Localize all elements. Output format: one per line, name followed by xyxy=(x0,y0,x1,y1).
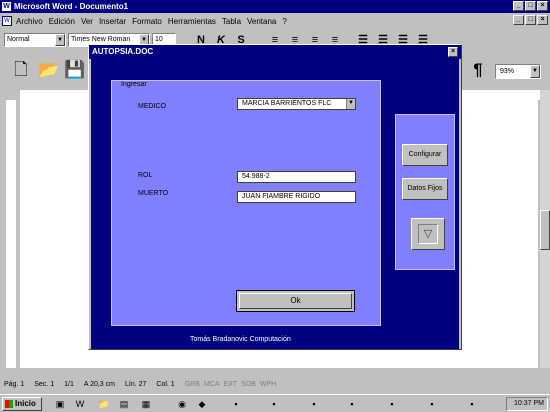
maximize-button[interactable]: □ xyxy=(525,1,536,11)
menu-herramientas[interactable]: Herramientas xyxy=(168,17,216,26)
doc-minimize-button[interactable]: _ xyxy=(513,15,524,25)
menu-tabla[interactable]: Tabla xyxy=(222,17,241,26)
status-mode-wph[interactable]: WPH xyxy=(260,381,276,388)
doc-restore-button[interactable]: □ xyxy=(525,15,536,25)
tray-icon-7[interactable]: ▪ xyxy=(386,398,398,410)
configurar-button[interactable]: Configurar xyxy=(402,144,448,166)
status-position: A 20,3 cm xyxy=(83,380,115,388)
medico-select[interactable]: MARCIA BARRIENTOS FLC ▼ xyxy=(237,98,356,110)
word-app-icon[interactable]: W xyxy=(2,2,11,11)
ingresar-group-label: Ingresar xyxy=(121,81,147,88)
vertical-ruler xyxy=(6,100,16,368)
rol-field[interactable]: 54.988-2 xyxy=(237,171,356,183)
start-button[interactable]: Inicio xyxy=(2,397,42,411)
menu-ver[interactable]: Ver xyxy=(81,17,93,26)
close-button[interactable]: × xyxy=(537,1,548,11)
scrollbar-thumb[interactable] xyxy=(540,210,550,250)
rol-value: 54.988-2 xyxy=(242,173,270,180)
open-folder-icon[interactable]: 📂 xyxy=(36,58,62,82)
show-formatting-icon[interactable]: ¶ xyxy=(465,58,491,82)
menu-insertar[interactable]: Insertar xyxy=(99,17,126,26)
start-label: Inicio xyxy=(15,399,36,408)
explorer-task-icon[interactable]: ▤ xyxy=(118,398,130,410)
taskbar: Inicio ▣ W 📁 ▤ ▦ ◉ ◆ ▪ ▪ ▪ ▪ ▪ ▪ ▪ 10:37… xyxy=(0,394,550,412)
menu-help[interactable]: ? xyxy=(282,17,286,26)
chevron-down-icon[interactable]: ▼ xyxy=(530,65,540,78)
status-page-of: 1/1 xyxy=(64,380,74,388)
tray-icon-3[interactable]: ▪ xyxy=(230,398,242,410)
status-col: Col. 1 xyxy=(156,380,175,388)
doc-close-button[interactable]: × xyxy=(537,15,548,25)
tray-icon-4[interactable]: ▪ xyxy=(268,398,280,410)
tray-icon-8[interactable]: ▪ xyxy=(426,398,438,410)
menu-archivo[interactable]: Archivo xyxy=(16,17,43,26)
muerto-field[interactable]: JUAN FIAMBRE RIGIDO xyxy=(237,191,356,203)
tray-icon-9[interactable]: ▪ xyxy=(466,398,478,410)
ok-button-label: Ok xyxy=(239,293,352,309)
status-mode-mca[interactable]: MCA xyxy=(204,381,220,388)
filter-icon: ▽ xyxy=(418,224,438,244)
save-disk-icon[interactable]: 💾 xyxy=(62,58,88,82)
word-task-icon[interactable]: W xyxy=(74,398,86,410)
filter-button[interactable]: ▽ xyxy=(411,218,445,250)
menu-ventana[interactable]: Ventana xyxy=(247,17,276,26)
medico-value: MARCIA BARRIENTOS FLC xyxy=(242,100,332,107)
status-line: Lín. 27 xyxy=(124,380,147,388)
medico-label: MEDICO xyxy=(138,103,166,110)
muerto-label: MUERTO xyxy=(138,190,169,197)
style-value: Normal xyxy=(7,36,30,43)
chevron-down-icon[interactable]: ▼ xyxy=(55,34,65,46)
menu-edicion[interactable]: Edición xyxy=(49,17,75,26)
menu-bar: W Archivo Edición Ver Insertar Formato H… xyxy=(0,13,550,29)
font-value: Times New Roman xyxy=(71,36,131,43)
credit-text: Tomás Bradanovic Computación xyxy=(190,336,291,343)
desktop-icon[interactable]: ▣ xyxy=(54,398,66,410)
chevron-down-icon[interactable]: ▼ xyxy=(346,99,355,109)
status-mode-grb[interactable]: GRB xyxy=(185,381,200,388)
taskbar-clock: 10:37 PM xyxy=(506,397,548,411)
style-combo[interactable]: Normal ▼ xyxy=(4,33,66,47)
window-title-bar: W Microsoft Word - Documento1 _ □ × xyxy=(0,0,550,13)
status-section: Sec. 1 xyxy=(34,380,55,388)
tray-icon-6[interactable]: ▪ xyxy=(346,398,358,410)
app-task-icon[interactable]: ▦ xyxy=(140,398,152,410)
window-title: Microsoft Word - Documento1 xyxy=(14,2,129,11)
tray-icon-5[interactable]: ▪ xyxy=(308,398,320,410)
tray-icon-2[interactable]: ◆ xyxy=(196,398,208,410)
size-value: 10 xyxy=(155,36,163,43)
status-mode-ext[interactable]: EXT xyxy=(223,381,237,388)
folder-task-icon[interactable]: 📁 xyxy=(98,398,110,410)
minimize-button[interactable]: _ xyxy=(513,1,524,11)
dialog-close-button[interactable]: × xyxy=(448,47,458,57)
vertical-scrollbar[interactable] xyxy=(540,90,550,368)
zoom-combo[interactable]: 93% ▼ xyxy=(495,64,541,79)
document-icon[interactable]: W xyxy=(2,16,12,26)
dialog-title-bar: AUTOPSIA.DOC × xyxy=(89,45,461,59)
status-page: Pág. 1 xyxy=(4,380,25,388)
rol-label: ROL xyxy=(138,172,153,179)
dialog-title: AUTOPSIA.DOC xyxy=(92,47,154,56)
menu-formato[interactable]: Formato xyxy=(132,17,162,26)
window-controls: _ □ × xyxy=(513,1,548,11)
document-window-controls: _ □ × xyxy=(513,15,548,25)
status-mode-sob[interactable]: SOB xyxy=(241,381,256,388)
new-document-icon[interactable]: 🗋 xyxy=(8,58,34,82)
ok-button[interactable]: Ok xyxy=(236,290,355,312)
tray-icon-1[interactable]: ◉ xyxy=(176,398,188,410)
datos-fijos-button[interactable]: Datos Fijos xyxy=(402,178,448,200)
zoom-value: 93% xyxy=(500,68,515,75)
windows-logo-icon xyxy=(5,400,13,408)
status-bar: Pág. 1 Sec. 1 1/1 A 20,3 cm Lín. 27 Col.… xyxy=(0,377,550,391)
muerto-value: JUAN FIAMBRE RIGIDO xyxy=(242,193,321,200)
